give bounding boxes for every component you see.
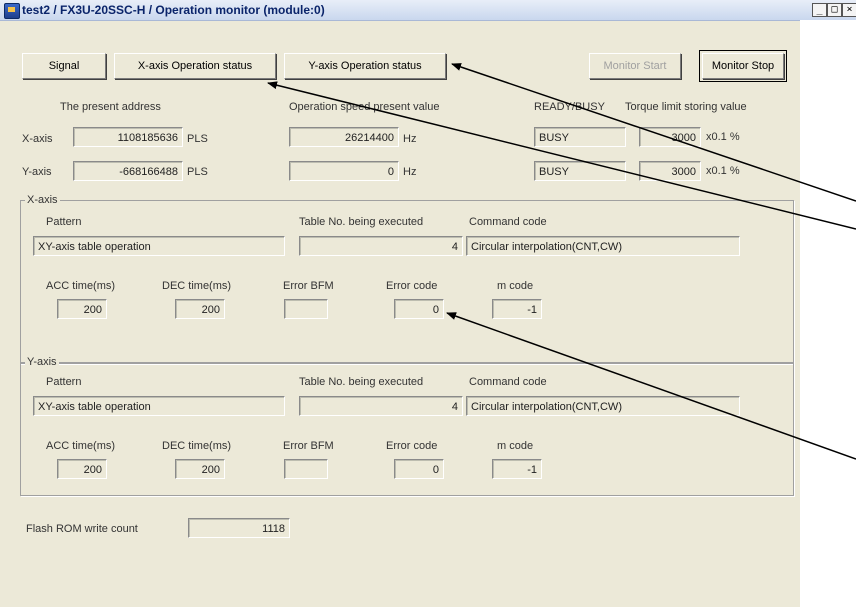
y-m-code-field: -1 — [492, 459, 542, 479]
x-speed-unit: Hz — [403, 133, 417, 145]
y-speed-field: 0 — [289, 161, 399, 181]
flash-rom-count-field: 1118 — [188, 518, 290, 538]
operation-monitor-window: test2 / FX3U-20SSC-H / Operation monitor… — [0, 0, 856, 607]
background-area — [800, 20, 856, 607]
y-command-code-label: Command code — [469, 376, 547, 388]
x-error-bfm-label: Error BFM — [283, 280, 334, 292]
y-table-no-label: Table No. being executed — [299, 376, 424, 388]
y-error-bfm-field — [284, 459, 328, 479]
x-acc-time-label: ACC time(ms) — [46, 280, 116, 292]
x-ready-busy-field: BUSY — [534, 127, 626, 147]
y-m-code-label: m code — [497, 440, 534, 452]
x-error-code-label: Error code — [386, 280, 438, 292]
x-command-code-label: Command code — [469, 216, 547, 228]
x-m-code-field: -1 — [492, 299, 542, 319]
y-error-code-label: Error code — [386, 440, 438, 452]
window-title: test2 / FX3U-20SSC-H / Operation monitor… — [22, 3, 325, 17]
x-acc-time-field: 200 — [57, 299, 107, 319]
y-table-no-field: 4 — [299, 396, 463, 416]
y-error-bfm-label: Error BFM — [283, 440, 334, 452]
x-torque-field: 3000 — [639, 127, 701, 147]
title-bar[interactable]: test2 / FX3U-20SSC-H / Operation monitor… — [0, 0, 856, 21]
x-present-address-field: 1108185636 — [73, 127, 183, 147]
app-icon — [4, 3, 20, 19]
x-pattern-field: XY-axis table operation — [33, 236, 285, 256]
x-error-bfm-field — [284, 299, 328, 319]
ready-busy-header: READY/BUSY — [534, 101, 605, 113]
x-table-no-label: Table No. being executed — [299, 216, 424, 228]
flash-rom-label: Flash ROM write count — [26, 523, 138, 535]
x-command-code-field: Circular interpolation(CNT,CW) — [466, 236, 740, 256]
y-speed-unit: Hz — [403, 166, 417, 178]
x-pattern-label: Pattern — [46, 216, 82, 228]
signal-button[interactable]: Signal — [22, 53, 106, 79]
maximize-button[interactable]: □ — [827, 3, 842, 17]
y-present-address-field: -668166488 — [73, 161, 183, 181]
monitor-stop-button[interactable]: Monitor Stop — [699, 50, 787, 82]
y-ready-busy-field: BUSY — [534, 161, 626, 181]
y-axis-group-title: Y-axis — [25, 356, 59, 368]
y-pattern-label: Pattern — [46, 376, 82, 388]
y-error-code-field: 0 — [394, 459, 444, 479]
y-torque-field: 3000 — [639, 161, 701, 181]
close-button[interactable]: × — [842, 3, 856, 17]
y-address-unit: PLS — [187, 166, 208, 178]
x-axis-group-title: X-axis — [25, 194, 60, 206]
x-torque-unit: x0.1 % — [706, 131, 740, 143]
y-axis-row-label: Y-axis — [22, 166, 52, 178]
x-axis-row-label: X-axis — [22, 133, 53, 145]
x-dec-time-field: 200 — [175, 299, 225, 319]
x-error-code-field: 0 — [394, 299, 444, 319]
x-axis-operation-status-button[interactable]: X-axis Operation status — [114, 53, 276, 79]
x-speed-field: 26214400 — [289, 127, 399, 147]
y-acc-time-label: ACC time(ms) — [46, 440, 116, 452]
y-dec-time-field: 200 — [175, 459, 225, 479]
y-axis-operation-status-button[interactable]: Y-axis Operation status — [284, 53, 446, 79]
x-dec-time-label: DEC time(ms) — [162, 280, 232, 292]
y-torque-unit: x0.1 % — [706, 165, 740, 177]
y-pattern-field: XY-axis table operation — [33, 396, 285, 416]
x-m-code-label: m code — [497, 280, 534, 292]
torque-header: Torque limit storing value — [625, 101, 747, 113]
x-address-unit: PLS — [187, 133, 208, 145]
y-command-code-field: Circular interpolation(CNT,CW) — [466, 396, 740, 416]
x-table-no-field: 4 — [299, 236, 463, 256]
minimize-button[interactable]: _ — [812, 3, 827, 17]
speed-header: Operation speed present value — [289, 101, 440, 113]
y-dec-time-label: DEC time(ms) — [162, 440, 232, 452]
monitor-start-button[interactable]: Monitor Start — [589, 53, 681, 79]
present-address-header: The present address — [60, 101, 161, 113]
y-acc-time-field: 200 — [57, 459, 107, 479]
